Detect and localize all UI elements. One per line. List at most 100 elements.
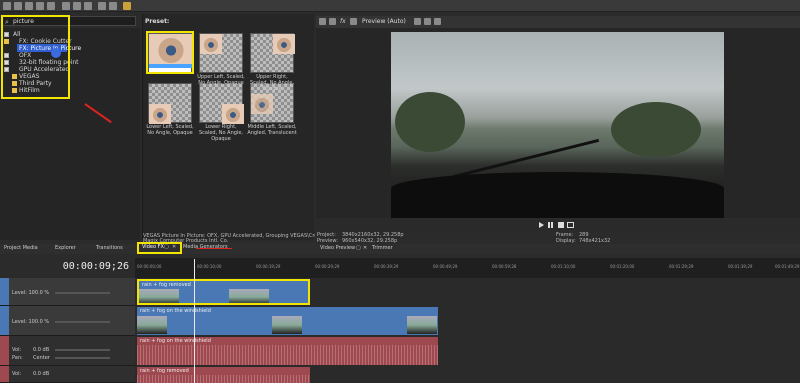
- save-icon[interactable]: [25, 2, 33, 10]
- paste-icon[interactable]: [84, 2, 92, 10]
- open-icon[interactable]: [14, 2, 22, 10]
- vol-value: 0.0 dB: [33, 347, 50, 353]
- track-color-strip: [0, 306, 9, 335]
- play-icon[interactable]: [539, 222, 544, 228]
- preset-thumb-upper-left[interactable]: [199, 33, 243, 73]
- pan-value: Center: [33, 355, 50, 361]
- trees-right: [611, 102, 701, 157]
- ruler-label: 00:00:39;29: [374, 264, 399, 269]
- ruler-label: 00:01:20;00: [610, 264, 635, 269]
- pause-icon[interactable]: [548, 222, 550, 228]
- window-icon[interactable]: ▢: [356, 245, 361, 251]
- timeline-ruler[interactable]: 00:00:00;00 00:00:10;00 00:00:19;29 00:0…: [135, 258, 800, 278]
- ruler-label: 00:00:10;00: [197, 264, 222, 269]
- ruler-label: 00:00:59;28: [492, 264, 517, 269]
- preset-thumb-upper-right[interactable]: [250, 33, 295, 73]
- eye-image: [149, 104, 171, 124]
- annotation-highlight-box: [137, 242, 182, 254]
- clip-frame: [139, 289, 179, 303]
- preview-quality-dropdown[interactable]: Preview (Auto): [362, 18, 406, 25]
- properties-icon[interactable]: [36, 2, 44, 10]
- track-header-audio-2: Vol: 0.0 dB: [0, 366, 135, 383]
- clip-frame: [272, 316, 302, 334]
- clip-frame: [229, 289, 269, 303]
- main-toolbar: [0, 0, 800, 12]
- ruler-label: 00:00:49;29: [433, 264, 458, 269]
- dashboard: [391, 172, 724, 218]
- clip-title: rain + fog removed: [142, 282, 191, 288]
- preset-label: Lower Left, Scaled, No Angle, Opaque: [146, 124, 194, 136]
- track-color-strip: [0, 366, 9, 382]
- video-clip[interactable]: rain + fog on the windshield: [137, 307, 438, 335]
- preset-label: Lower Right, Scaled, No Angle, Opaque: [198, 124, 243, 142]
- preset-label: Middle Left, Scaled, Angled, Translucent: [247, 124, 297, 136]
- clip-title: rain + fog removed: [140, 368, 189, 374]
- tab-transitions[interactable]: Transitions: [96, 245, 123, 251]
- new-project-icon[interactable]: [3, 2, 11, 10]
- close-icon[interactable]: ✕: [363, 245, 367, 251]
- render-icon[interactable]: [123, 2, 131, 10]
- ruler-label: 00:01:10;00: [551, 264, 576, 269]
- preset-label: Upper Right, Scaled, No Angle, Opaque: [249, 74, 294, 92]
- pan-slider[interactable]: [55, 357, 110, 359]
- annotation-highlight-box: [1, 15, 70, 99]
- undo-icon[interactable]: [98, 2, 106, 10]
- preset-thumb-lower-right[interactable]: [199, 83, 244, 124]
- tab-project-media[interactable]: Project Media: [4, 245, 38, 251]
- settings-icon[interactable]: [47, 2, 55, 10]
- tab-trimmer[interactable]: Trimmer: [372, 245, 393, 251]
- right-dock-tabs: Video Preview ▢ ✕ Trimmer: [316, 244, 800, 254]
- preset-thumb-lower-left[interactable]: [148, 83, 192, 124]
- track-header-audio-1: Vol: 0.0 dB Pan: Center: [0, 336, 135, 366]
- track-color-strip: [0, 336, 9, 365]
- snapshot-icon[interactable]: [424, 18, 431, 25]
- ruler-label: 00:00:19;29: [256, 264, 281, 269]
- goto-end-icon[interactable]: [567, 222, 574, 228]
- playhead[interactable]: [194, 259, 195, 383]
- eye-image: [200, 34, 222, 54]
- tab-media-generators[interactable]: Media Generators: [183, 244, 228, 250]
- fx-icon[interactable]: fx: [340, 18, 346, 25]
- eye-image: [222, 104, 244, 124]
- redo-icon[interactable]: [109, 2, 117, 10]
- audio-waveform: [137, 345, 438, 365]
- clip-frame: [407, 316, 437, 334]
- volume-slider[interactable]: [55, 349, 110, 351]
- tab-video-preview[interactable]: Video Preview: [320, 245, 355, 251]
- video-frame: [391, 32, 724, 218]
- copy-icon[interactable]: [73, 2, 81, 10]
- level-slider[interactable]: [55, 321, 110, 323]
- track-header-video-2: Level: 100.0 %: [0, 306, 135, 336]
- external-monitor-icon[interactable]: [350, 18, 357, 25]
- preview-toolbar: fx Preview (Auto): [316, 16, 800, 28]
- video-clip[interactable]: rain + fog removed: [137, 279, 310, 305]
- timecode-area: 00:00:09;26: [0, 258, 135, 278]
- level-slider[interactable]: [55, 292, 110, 294]
- vol-label: Vol:: [12, 347, 22, 353]
- clip-title: rain + fog on the windshield: [140, 338, 211, 344]
- gear-icon[interactable]: [319, 18, 326, 25]
- annotation-arrow: [196, 248, 232, 249]
- track-color-strip: [0, 278, 9, 305]
- ruler-label: 00:01:49;29: [775, 264, 800, 269]
- audio-waveform: [137, 375, 310, 383]
- timecode-display: 00:00:09;26: [62, 261, 129, 272]
- stop-icon[interactable]: [558, 222, 564, 228]
- ruler-label: 00:01:29;29: [669, 264, 694, 269]
- ruler-label: 00:00:29;29: [315, 264, 340, 269]
- eye-image: [251, 94, 273, 114]
- audio-clip[interactable]: rain + fog removed: [137, 367, 310, 383]
- copy-snapshot-icon[interactable]: [434, 18, 441, 25]
- overlays-icon[interactable]: [414, 18, 421, 25]
- audio-clip[interactable]: rain + fog on the windshield: [137, 337, 438, 365]
- preset-label: Upper Left, Scaled, No Angle, Opaque: [197, 74, 245, 86]
- cut-icon[interactable]: [62, 2, 70, 10]
- vol-label: Vol:: [12, 371, 22, 377]
- transport-bar: [316, 219, 800, 231]
- tab-explorer[interactable]: Explorer: [55, 245, 76, 251]
- split-icon[interactable]: [329, 18, 336, 25]
- pan-label: Pan:: [12, 355, 23, 361]
- trees-left: [395, 92, 465, 152]
- left-dock-tabs: Project Media Explorer Transitions: [0, 244, 140, 254]
- track-header-video-1: Level: 100.0 %: [0, 278, 135, 306]
